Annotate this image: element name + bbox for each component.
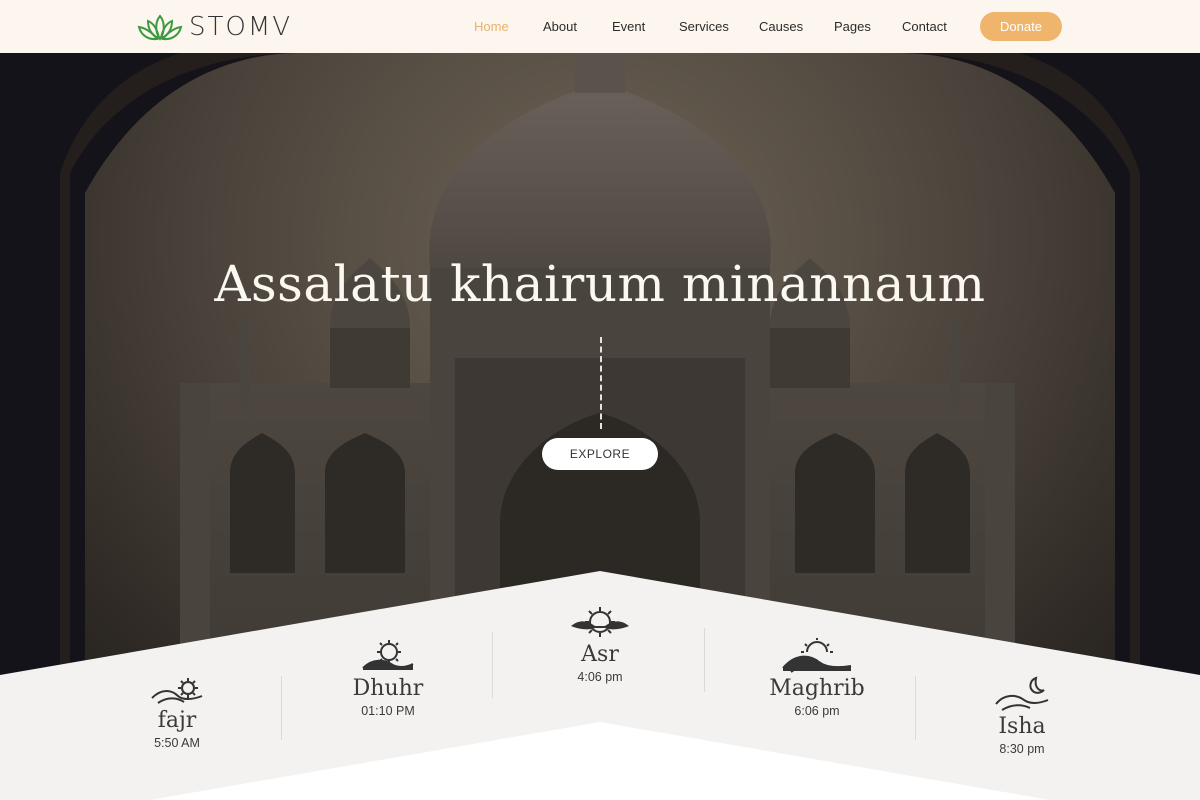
hero-title: Assalatu khairum minannaum <box>214 255 986 313</box>
prayer-time: 01:10 PM <box>361 704 415 718</box>
nav-event[interactable]: Event <box>612 19 645 34</box>
site-header: STOMV Home About Event Services Causes P… <box>0 0 1200 53</box>
prayer-name: Isha <box>998 714 1046 739</box>
prayer-dhuhr: Dhuhr 01:10 PM <box>308 638 468 718</box>
prayer-asr: Asr 4:06 pm <box>520 604 680 684</box>
sunrise-waves-icon <box>151 678 203 704</box>
nav-home[interactable]: Home <box>474 19 509 34</box>
prayer-fajr: fajr 5:50 AM <box>97 676 257 750</box>
prayer-time: 5:50 AM <box>154 736 200 750</box>
nav-services[interactable]: Services <box>679 19 729 34</box>
lotus-icon <box>137 14 183 41</box>
brand-name: STOMV <box>189 12 293 42</box>
donate-button[interactable]: Donate <box>980 12 1062 41</box>
sun-wave-icon <box>571 607 629 637</box>
prayer-isha: Isha 8:30 pm <box>942 676 1102 756</box>
prayer-divider <box>704 628 705 692</box>
sun-waves-icon <box>362 640 414 670</box>
dashed-divider <box>600 337 602 429</box>
prayer-time: 8:30 pm <box>999 742 1045 756</box>
prayer-name: Asr <box>581 642 619 667</box>
prayer-divider <box>915 676 916 740</box>
prayer-name: Dhuhr <box>352 676 424 701</box>
sunset-waves-icon <box>782 638 852 673</box>
moon-waves-icon <box>995 676 1049 711</box>
prayer-name: Maghrib <box>769 676 865 701</box>
prayer-name: fajr <box>157 708 197 733</box>
prayer-time: 6:06 pm <box>794 704 840 718</box>
nav-about[interactable]: About <box>543 19 577 34</box>
prayer-maghrib: Maghrib 6:06 pm <box>737 638 897 718</box>
prayer-divider <box>281 676 282 740</box>
nav-contact[interactable]: Contact <box>902 19 947 34</box>
nav-pages[interactable]: Pages <box>834 19 871 34</box>
logo[interactable]: STOMV <box>137 10 292 44</box>
prayer-time: 4:06 pm <box>577 670 623 684</box>
explore-button[interactable]: EXPLORE <box>542 438 658 470</box>
prayer-divider <box>492 632 493 698</box>
nav-causes[interactable]: Causes <box>759 19 803 34</box>
